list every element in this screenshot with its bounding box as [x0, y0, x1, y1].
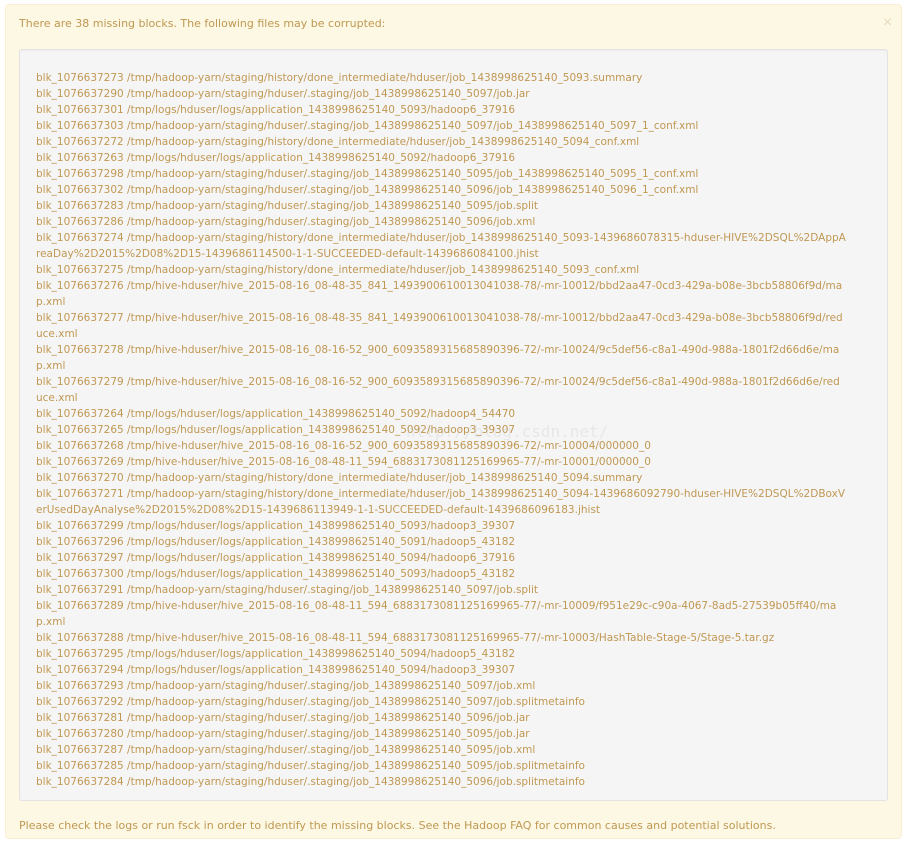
missing-block-item: blk_1076637290 /tmp/hadoop-yarn/staging/… [36, 88, 530, 100]
missing-block-item: blk_1076637283 /tmp/hadoop-yarn/staging/… [36, 200, 539, 212]
missing-block-item: blk_1076637279 /tmp/hive-hduser/hive_201… [36, 376, 840, 404]
missing-block-item: blk_1076637275 /tmp/hadoop-yarn/staging/… [36, 264, 640, 276]
missing-block-item: blk_1076637295 /tmp/logs/hduser/logs/app… [36, 648, 516, 660]
missing-block-item: blk_1076637276 /tmp/hive-hduser/hive_201… [36, 280, 843, 308]
alert-title: There are 38 missing blocks. The followi… [19, 17, 386, 30]
missing-block-item: blk_1076637296 /tmp/logs/hduser/logs/app… [36, 536, 516, 548]
missing-block-item: blk_1076637299 /tmp/logs/hduser/logs/app… [36, 520, 516, 532]
missing-block-item: blk_1076637280 /tmp/hadoop-yarn/staging/… [36, 728, 530, 740]
missing-block-item: blk_1076637269 /tmp/hive-hduser/hive_201… [36, 456, 651, 468]
missing-block-item: blk_1076637265 /tmp/logs/hduser/logs/app… [36, 424, 516, 436]
missing-block-item: blk_1076637289 /tmp/hive-hduser/hive_201… [36, 600, 837, 628]
missing-blocks-list: blk_1076637273 /tmp/hadoop-yarn/staging/… [36, 70, 846, 790]
missing-block-item: blk_1076637284 /tmp/hadoop-yarn/staging/… [36, 776, 585, 788]
missing-block-item: blk_1076637270 /tmp/hadoop-yarn/staging/… [36, 472, 643, 484]
missing-block-item: blk_1076637272 /tmp/hadoop-yarn/staging/… [36, 136, 640, 148]
missing-block-item: blk_1076637288 /tmp/hive-hduser/hive_201… [36, 632, 775, 644]
missing-block-item: blk_1076637300 /tmp/logs/hduser/logs/app… [36, 568, 516, 580]
missing-block-item: blk_1076637302 /tmp/hadoop-yarn/staging/… [36, 184, 699, 196]
missing-block-item: blk_1076637274 /tmp/hadoop-yarn/staging/… [36, 232, 846, 260]
missing-block-item: blk_1076637278 /tmp/hive-hduser/hive_201… [36, 344, 840, 372]
missing-blocks-alert: There are 38 missing blocks. The followi… [5, 4, 902, 839]
missing-block-item: blk_1076637273 /tmp/hadoop-yarn/staging/… [36, 72, 643, 84]
missing-block-item: blk_1076637298 /tmp/hadoop-yarn/staging/… [36, 168, 699, 180]
missing-block-item: blk_1076637294 /tmp/logs/hduser/logs/app… [36, 664, 516, 676]
missing-block-item: blk_1076637277 /tmp/hive-hduser/hive_201… [36, 312, 843, 340]
missing-block-item: blk_1076637285 /tmp/hadoop-yarn/staging/… [36, 760, 585, 772]
missing-block-item: blk_1076637264 /tmp/logs/hduser/logs/app… [36, 408, 516, 420]
missing-block-item: blk_1076637281 /tmp/hadoop-yarn/staging/… [36, 712, 530, 724]
missing-block-item: blk_1076637263 /tmp/logs/hduser/logs/app… [36, 152, 516, 164]
missing-block-item: blk_1076637301 /tmp/logs/hduser/logs/app… [36, 104, 516, 116]
alert-footer: Please check the logs or run fsck in ord… [19, 819, 776, 832]
close-icon[interactable]: × [882, 15, 893, 31]
missing-block-item: blk_1076637293 /tmp/hadoop-yarn/staging/… [36, 680, 536, 692]
missing-block-item: blk_1076637303 /tmp/hadoop-yarn/staging/… [36, 120, 699, 132]
missing-block-item: blk_1076637297 /tmp/logs/hduser/logs/app… [36, 552, 516, 564]
missing-block-item: blk_1076637271 /tmp/hadoop-yarn/staging/… [36, 488, 846, 516]
missing-block-item: blk_1076637286 /tmp/hadoop-yarn/staging/… [36, 216, 536, 228]
missing-block-item: blk_1076637287 /tmp/hadoop-yarn/staging/… [36, 744, 536, 756]
missing-block-item: blk_1076637291 /tmp/hadoop-yarn/staging/… [36, 584, 539, 596]
missing-block-item: blk_1076637268 /tmp/hive-hduser/hive_201… [36, 440, 651, 452]
missing-blocks-list-panel: blk_1076637273 /tmp/hadoop-yarn/staging/… [19, 49, 888, 801]
missing-block-item: blk_1076637292 /tmp/hadoop-yarn/staging/… [36, 696, 585, 708]
